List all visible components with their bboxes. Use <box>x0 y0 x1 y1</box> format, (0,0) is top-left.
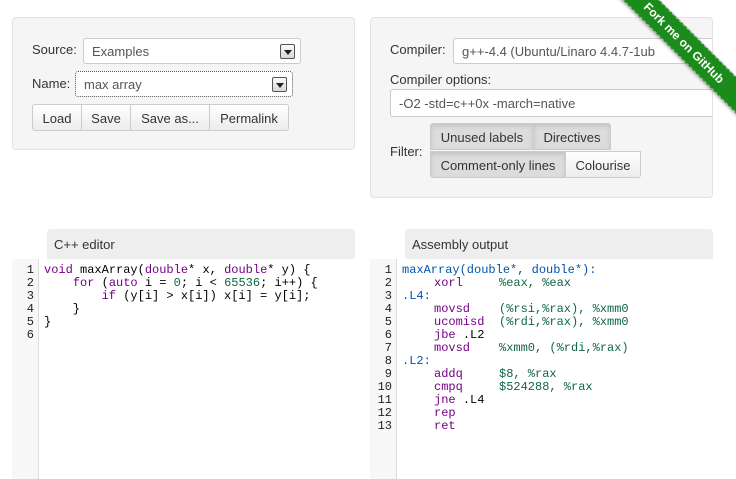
chevron-down-icon[interactable] <box>280 44 295 59</box>
code-line: } <box>44 315 52 329</box>
name-label: Name: <box>32 76 71 91</box>
asm-label: .L2: <box>402 354 431 368</box>
code-token: ( <box>94 276 109 290</box>
code-line: if (y[i] > x[i]) x[i] = y[i]; <box>44 289 311 303</box>
save-as-button[interactable]: Save as... <box>130 104 210 131</box>
source-settings-panel: Source: Examples Name: max array Load Sa… <box>12 17 355 150</box>
chevron-down-icon[interactable] <box>272 77 287 92</box>
code-token: (y[i] > x[i]) x[i] = y[i]; <box>116 289 311 303</box>
cpp-editor[interactable]: 1 2 3 4 5 6 void maxArray(double* x, dou… <box>12 259 355 479</box>
fork-me-on-github-ribbon[interactable]: Fork me on GitHub <box>604 0 736 123</box>
filter-label: Filter: <box>390 144 423 159</box>
code-token: ; i++) { <box>260 276 318 290</box>
code-token: ; i < <box>180 276 225 290</box>
line-number: 13 <box>377 419 392 433</box>
code-token: * y) { <box>267 263 311 277</box>
code-token: double <box>224 263 268 277</box>
comment-only-lines-toggle[interactable]: Comment-only lines <box>430 151 566 178</box>
asm-operands: (%rsi,%rax), %xmm0 <box>499 302 629 316</box>
asm-operands: .L2 <box>462 328 485 342</box>
colourise-toggle[interactable]: Colourise <box>565 151 641 178</box>
source-select[interactable]: Examples <box>83 38 301 64</box>
source-select-value: Examples <box>92 44 150 59</box>
permalink-button[interactable]: Permalink <box>209 104 289 131</box>
asm-operands: %xmm0, (%rdi,%rax) <box>499 341 629 355</box>
line-number: 6 <box>26 328 34 342</box>
line-number-gutter: 1 2 3 4 5 6 <box>12 259 39 479</box>
asm-line: ret <box>434 420 456 433</box>
code-token: if <box>101 289 117 303</box>
asm-instruction: xorl <box>434 276 463 290</box>
asm-instruction: ret <box>434 419 456 433</box>
line-number-gutter: 1 2 3 4 5 6 7 8 9 10 11 12 13 <box>370 259 397 479</box>
code-token: 0 <box>173 276 181 290</box>
assembly-output-tab[interactable]: Assembly output <box>405 229 713 259</box>
code-token: 65536 <box>224 276 261 290</box>
asm-operands: %eax, %eax <box>499 276 572 290</box>
assembly-output[interactable]: 1 2 3 4 5 6 7 8 9 10 11 12 13 maxArray(d… <box>370 259 713 479</box>
code-token: maxArray( <box>72 263 145 277</box>
name-select-value: max array <box>84 77 142 92</box>
code-token: double <box>144 263 189 277</box>
asm-instruction: rep <box>434 406 456 420</box>
load-button[interactable]: Load <box>32 104 82 131</box>
save-button[interactable]: Save <box>81 104 131 131</box>
asm-operands: (%rdi,%rax), %xmm0 <box>499 315 629 329</box>
asm-operands: $524288, %rax <box>499 380 593 394</box>
source-label: Source: <box>32 42 77 57</box>
unused-labels-toggle[interactable]: Unused labels <box>430 123 534 150</box>
code-token: * x, <box>188 263 225 277</box>
code-token: void <box>44 263 73 277</box>
asm-line: xorl %eax, %eax <box>434 277 571 290</box>
asm-instruction: movsd <box>434 341 471 355</box>
compiler-label: Compiler: <box>390 42 446 57</box>
asm-instruction: jne <box>434 393 456 407</box>
code-token: auto <box>108 276 138 290</box>
code-token: for <box>72 276 95 290</box>
name-select[interactable]: max array <box>75 71 293 97</box>
compiler-options-label: Compiler options: <box>390 72 492 87</box>
asm-line: movsd %xmm0, (%rdi,%rax) <box>434 342 629 355</box>
github-ribbon-wrap: Fork me on GitHub <box>596 0 736 140</box>
asm-instruction: jbe <box>434 328 456 342</box>
asm-operands: .L4 <box>462 393 485 407</box>
cpp-editor-tab[interactable]: C++ editor <box>47 229 355 259</box>
asm-operands: $8, %rax <box>499 367 557 381</box>
asm-label: .L4: <box>402 289 431 303</box>
code-token: i = <box>137 276 174 290</box>
